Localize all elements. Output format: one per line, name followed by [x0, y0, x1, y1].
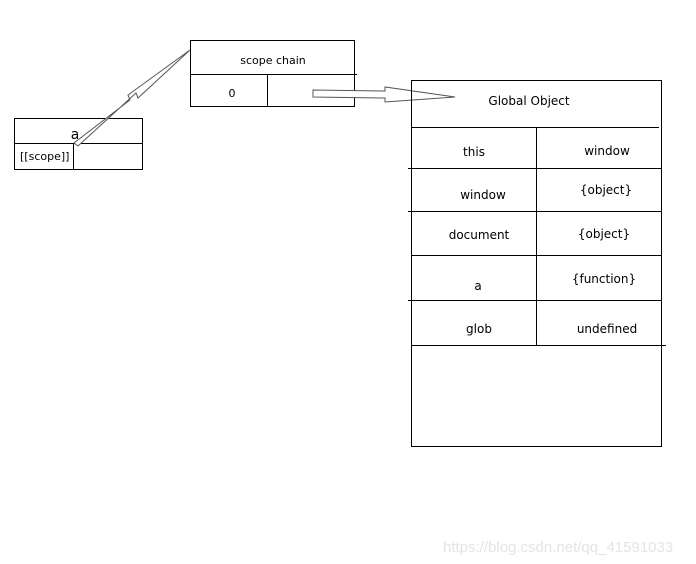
arrow-scope-to-chain: [73, 49, 191, 147]
global-row: document {object}: [449, 227, 630, 242]
row-value: window: [584, 144, 630, 158]
row-key: a: [474, 279, 481, 293]
scope-property-label: [[scope]]: [20, 150, 69, 163]
row-key: this: [463, 145, 485, 159]
row-key: glob: [466, 322, 492, 336]
global-object-title: Global Object: [488, 94, 569, 108]
global-row: glob undefined: [466, 322, 637, 336]
global-row: a {function}: [474, 272, 636, 293]
scope-chain-title: scope chain: [240, 54, 306, 67]
arrow-chain-to-global: [312, 86, 456, 103]
row-value: {object}: [580, 183, 632, 197]
global-object-box: Global Object this window window {object…: [408, 80, 666, 447]
row-key: window: [460, 188, 506, 202]
row-key: document: [449, 228, 510, 242]
global-row: window {object}: [460, 183, 632, 202]
row-value: undefined: [577, 322, 637, 336]
row-value: {object}: [578, 227, 630, 241]
watermark: https://blog.csdn.net/qq_41591033: [443, 539, 673, 556]
row-value: {function}: [572, 272, 636, 286]
global-row: this window: [463, 144, 630, 159]
diagram-canvas: a [[scope]] scope chain 0 Global Object …: [14, 40, 673, 556]
diagram: a [[scope]] scope chain 0 Global Object …: [0, 0, 696, 564]
scope-chain-index: 0: [229, 87, 236, 100]
